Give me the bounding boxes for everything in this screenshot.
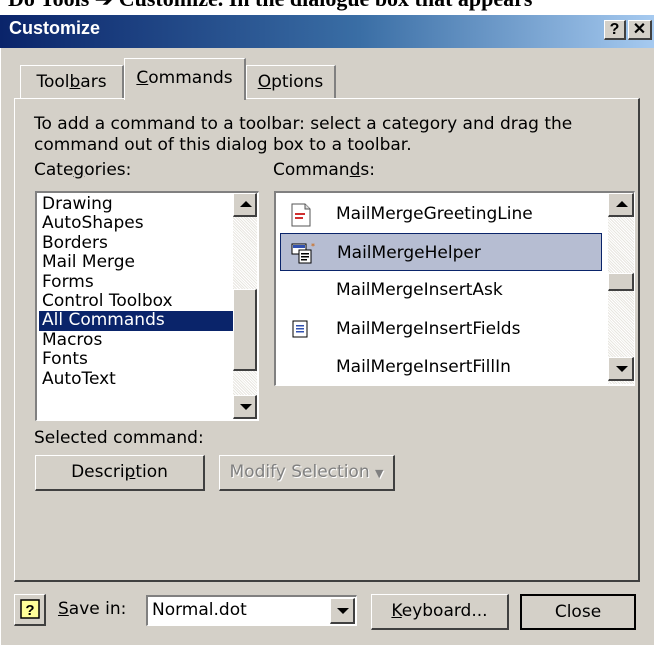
greeting-line-icon bbox=[290, 203, 312, 227]
scroll-thumb[interactable] bbox=[608, 273, 634, 291]
command-label: MailMergeInsertFields bbox=[336, 318, 521, 339]
page-hint-text: Do Tools ➔ Customize. In the dialogue bo… bbox=[8, 0, 654, 12]
scroll-up-button[interactable] bbox=[233, 193, 257, 217]
save-in-label: Save in: bbox=[58, 599, 127, 619]
command-label: MailMergeInsertFillIn bbox=[336, 356, 511, 377]
help-caption-button[interactable]: ? bbox=[604, 20, 626, 40]
commands-list[interactable]: MailMergeGreetingLine * MailMergeHelper Mai… bbox=[274, 191, 635, 386]
categories-list[interactable]: Drawing AutoShapes Borders Mail Merge Forms C… bbox=[35, 191, 259, 421]
tab-commands[interactable]: Commands bbox=[124, 58, 246, 100]
insert-fields-icon bbox=[290, 318, 312, 340]
scroll-down-button[interactable] bbox=[233, 395, 257, 419]
help-question-icon: ? bbox=[20, 599, 40, 619]
dialog-title: Customize bbox=[9, 18, 101, 38]
scroll-down-button[interactable] bbox=[608, 357, 634, 381]
categories-scrollbar[interactable] bbox=[233, 193, 257, 419]
scroll-thumb[interactable] bbox=[233, 289, 257, 371]
arrow-down-icon bbox=[240, 404, 252, 410]
save-in-value: Normal.dot bbox=[152, 600, 247, 620]
category-item[interactable]: Drawing bbox=[39, 194, 233, 214]
category-item[interactable]: Macros bbox=[39, 330, 233, 350]
chevron-down-icon bbox=[337, 608, 349, 614]
mail-merge-helper-icon: * bbox=[291, 242, 315, 264]
category-item[interactable]: Borders bbox=[39, 233, 233, 253]
arrow-up-icon bbox=[616, 201, 628, 207]
tab-toolbars[interactable]: Toolbars bbox=[20, 65, 124, 99]
categories-label: Categories: bbox=[34, 160, 132, 180]
instructions-text: To add a command to a toolbar: select a … bbox=[34, 114, 573, 155]
category-item[interactable]: Forms bbox=[39, 272, 233, 292]
close-caption-button[interactable]: ✕ bbox=[628, 20, 652, 40]
keyboard-button[interactable]: Keyboard... bbox=[371, 594, 509, 630]
command-item[interactable]: MailMergeInsertAsk bbox=[280, 271, 602, 309]
close-button[interactable]: Close bbox=[520, 594, 636, 630]
category-item[interactable]: All Commands bbox=[39, 310, 233, 331]
category-item[interactable]: Fonts bbox=[39, 349, 233, 369]
save-in-select[interactable]: Normal.dot bbox=[146, 595, 357, 626]
svg-text:*: * bbox=[311, 242, 315, 251]
selected-command-label: Selected command: bbox=[34, 428, 204, 448]
commands-label: Commands: bbox=[273, 160, 375, 180]
category-item[interactable]: Mail Merge bbox=[39, 252, 233, 272]
svg-text:?: ? bbox=[25, 602, 34, 619]
description-button[interactable]: Description bbox=[35, 455, 205, 491]
dropdown-arrow-icon: ▼ bbox=[375, 467, 384, 480]
command-label: MailMergeGreetingLine bbox=[336, 204, 533, 224]
tab-options[interactable]: Options bbox=[246, 65, 336, 99]
help-button[interactable]: ? bbox=[14, 594, 46, 626]
command-item[interactable]: MailMergeGreetingLine bbox=[280, 195, 602, 233]
modify-selection-button: Modify Selection ▼ bbox=[219, 455, 395, 491]
command-item[interactable]: * MailMergeHelper bbox=[280, 233, 602, 272]
command-item[interactable]: MailMergeInsertFillIn bbox=[280, 348, 602, 386]
arrow-up-icon bbox=[240, 201, 252, 207]
arrow-down-icon bbox=[616, 366, 628, 372]
command-label: MailMergeInsertAsk bbox=[336, 280, 503, 301]
category-item[interactable]: AutoText bbox=[39, 369, 233, 389]
command-item[interactable]: MailMergeInsertFields bbox=[280, 310, 602, 348]
save-in-dropdown-button[interactable] bbox=[330, 598, 355, 624]
commands-scrollbar[interactable] bbox=[608, 193, 634, 384]
scroll-up-button[interactable] bbox=[608, 193, 634, 217]
command-label: MailMergeHelper bbox=[337, 243, 481, 264]
category-item[interactable]: AutoShapes bbox=[39, 213, 233, 233]
category-item[interactable]: Control Toolbox bbox=[39, 291, 233, 311]
